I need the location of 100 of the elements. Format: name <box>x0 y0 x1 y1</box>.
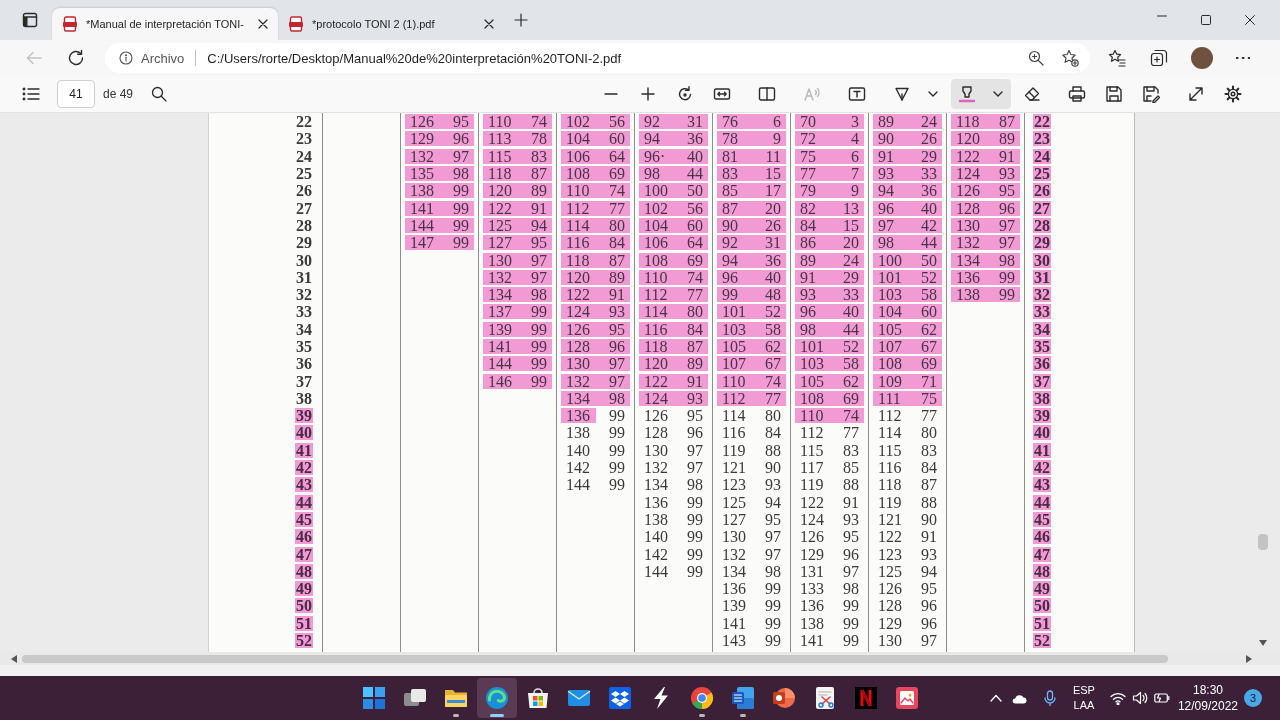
close-icon[interactable] <box>258 19 268 29</box>
table-cell: 75 <box>795 148 830 164</box>
table-cell: 141 <box>405 200 440 216</box>
address-field[interactable]: Archivo C:/Users/rorte/Desktop/Manual%20de%20interpretación%20TONI-2.pdf <box>105 43 1090 73</box>
table-cell-text: 130 <box>721 529 747 545</box>
pie-tile-icon <box>771 686 796 710</box>
row-number: 26 <box>1033 183 1051 199</box>
row-number: 48 <box>295 563 313 579</box>
close-icon[interactable] <box>484 19 494 29</box>
table-cell-text: 93 <box>764 477 782 493</box>
file-icon <box>62 16 78 32</box>
table-cell: 101 <box>795 339 830 354</box>
table-cell: 105 <box>717 339 752 354</box>
page-count: de 49 <box>103 87 134 101</box>
highlight-button[interactable] <box>951 79 1011 109</box>
table-cell: 89 <box>673 356 708 372</box>
table-cell: 36 <box>673 131 708 147</box>
table-cell: 98 <box>985 252 1020 268</box>
row-number: 22 <box>295 114 313 130</box>
table-cell: 100 <box>639 183 674 199</box>
table-cell: 36 <box>751 252 786 268</box>
table-cell-text: 122 <box>877 529 903 545</box>
avatar[interactable] <box>1191 47 1213 69</box>
scroll-down-icon[interactable] <box>1259 640 1267 646</box>
scrollbar-thumb[interactable] <box>1258 534 1268 550</box>
keyboard-layout[interactable]: LAA <box>1073 698 1095 713</box>
language-code[interactable]: ESP <box>1072 683 1095 698</box>
refresh-icon[interactable] <box>67 49 85 67</box>
search-icon[interactable] <box>151 86 168 102</box>
table-cell-text: 142 <box>565 460 591 476</box>
battery-icon[interactable] <box>1153 692 1170 704</box>
zoom-in-icon[interactable] <box>1028 50 1044 66</box>
table-cell-text: 94 <box>764 494 782 510</box>
table-cell: 26 <box>751 217 786 233</box>
microphone-icon[interactable] <box>1043 690 1056 706</box>
table-cell: 29 <box>829 269 864 285</box>
star-plus-icon[interactable] <box>1061 49 1079 67</box>
table-cell-text: 117 <box>799 460 825 476</box>
new-tab-icon[interactable] <box>514 13 528 27</box>
scroll-left-icon[interactable] <box>11 654 17 663</box>
notification-badge[interactable]: 3 <box>1244 689 1262 707</box>
table-cell-text: 97 <box>686 460 704 476</box>
table-cell: 83 <box>717 166 752 182</box>
caret-icon <box>928 91 938 97</box>
chevron-up-icon[interactable] <box>989 694 1002 702</box>
table-cell: 96 <box>595 339 630 354</box>
table-cell-text: 99 <box>764 581 782 597</box>
contents-icon[interactable] <box>22 87 40 101</box>
table-cell-text: 83 <box>920 442 938 458</box>
table-cell: 58 <box>751 321 786 337</box>
table-cell: 71 <box>907 373 942 389</box>
table-cell: 79 <box>795 183 830 199</box>
browser-tab[interactable]: *Manual de interpretación TONI- <box>52 8 278 40</box>
table-cell: 138 <box>951 287 986 303</box>
table-cell: 40 <box>829 304 864 320</box>
table-cell-text: 97 <box>686 442 704 458</box>
table-cell: 132 <box>483 269 518 285</box>
table-cell: 93 <box>873 166 908 182</box>
collections-icon[interactable] <box>1150 49 1168 67</box>
table-cell: 78 <box>517 131 552 147</box>
table-cell: 99 <box>517 356 552 372</box>
table-cell-text: 143 <box>721 633 747 649</box>
table-cell-text: 118 <box>877 477 903 493</box>
table-cell: 134 <box>561 390 596 406</box>
wifi-icon[interactable] <box>1109 691 1126 705</box>
table-cell-text: 128 <box>877 598 903 614</box>
browser-tab[interactable]: *protocolo TONI 2 (1).pdf <box>278 8 504 40</box>
scroll-right-icon[interactable] <box>1246 654 1252 663</box>
table-cell: 91 <box>795 269 830 285</box>
table-cell: 118 <box>951 114 986 130</box>
table-cell: 118 <box>639 339 674 354</box>
table-cell: 107 <box>717 356 752 372</box>
table-cell: 112 <box>561 200 596 216</box>
table-cell: 134 <box>483 287 518 303</box>
speaker-icon[interactable] <box>1131 691 1148 705</box>
table-cell: 74 <box>595 183 630 199</box>
table-cell-text: 114 <box>721 408 747 424</box>
clock-time[interactable]: 18:30 <box>1192 682 1223 698</box>
table-cell-text: 125 <box>877 563 903 579</box>
maximize-icon[interactable] <box>1201 15 1211 25</box>
taskbar-app-button[interactable] <box>476 678 517 718</box>
cloud-icon[interactable] <box>1010 692 1027 704</box>
clock-date[interactable]: 12/09/2022 <box>1177 698 1238 714</box>
close-icon[interactable] <box>1245 15 1255 25</box>
table-cell: 44 <box>673 166 708 182</box>
table-cell: 60 <box>907 304 942 320</box>
save-as-icon <box>1142 85 1160 103</box>
table-cell: 90 <box>873 131 908 147</box>
tab-actions-icon[interactable] <box>22 12 38 28</box>
favorites-icon[interactable] <box>1108 49 1126 67</box>
page-number-field[interactable]: 41 <box>57 80 95 108</box>
info-icon[interactable] <box>119 51 133 65</box>
table-cell-text: 138 <box>565 425 591 441</box>
table-cell: 93 <box>795 287 830 303</box>
table-cell: 101 <box>873 269 908 285</box>
table-cell: 74 <box>829 408 864 424</box>
scrollbar-thumb[interactable] <box>22 654 1168 663</box>
table-cell: 98 <box>517 287 552 303</box>
table-cell: 106 <box>561 148 596 164</box>
site-info-label[interactable]: Archivo <box>141 50 185 66</box>
